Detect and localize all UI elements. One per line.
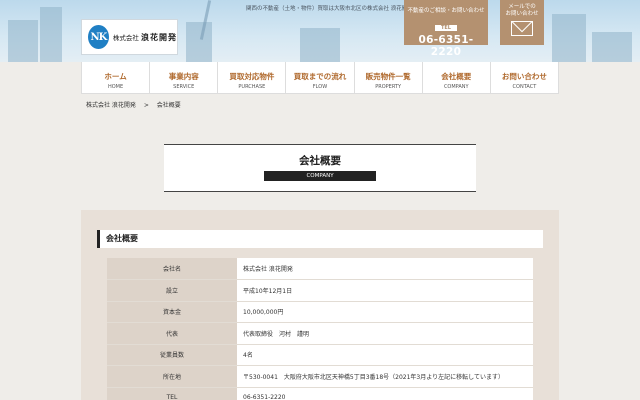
logo-small: 株式会社: [112, 33, 139, 42]
breadcrumb-home-link[interactable]: 株式会社 浪花開発: [86, 102, 136, 109]
table-row: 資本金 10,000,000円: [107, 301, 533, 323]
main-nav: ホーム HOME 事業内容 SERVICE 買取対応物件 PURCHASE 買取…: [81, 62, 559, 94]
page-subtitle: COMPANY: [264, 171, 376, 181]
page-title-card: 会社概要 COMPANY: [164, 144, 476, 192]
nav-sublabel: HOME: [107, 84, 124, 90]
nav-item-home[interactable]: ホーム HOME: [81, 62, 149, 93]
row-value: 10,000,000円: [237, 301, 533, 323]
nav-item-service[interactable]: 事業内容 SERVICE: [149, 62, 217, 93]
row-label: 従業員数: [107, 344, 237, 366]
nav-item-property[interactable]: 販売物件一覧 PROPERTY: [353, 62, 422, 93]
skyline-building: [300, 28, 340, 62]
tel-caption: 不動産のご相談・お問い合わせ: [407, 8, 485, 14]
breadcrumb-separator: >: [143, 102, 149, 109]
nav-sublabel: SERVICE: [173, 84, 195, 90]
row-label: 所在地: [107, 365, 237, 388]
company-info-table: 会社名 株式会社 浪花開発 設立 平成10年12月1日 資本金 10,000,0…: [107, 258, 533, 400]
header: NK 株式会社 浪花開発 関西の不動産（土地・物件）買取は大阪市北区の株式会社 …: [0, 0, 640, 62]
company-info-section: 会社概要 会社名 株式会社 浪花開発 設立 平成10年12月1日 資本金 10,…: [81, 210, 559, 400]
table-row: 設立 平成10年12月1日: [107, 279, 533, 302]
logo-text: 株式会社 浪花開発: [113, 32, 177, 43]
row-value: 株式会社 浪花開発: [237, 258, 533, 280]
nav-label: お問い合わせ: [501, 72, 547, 81]
row-value: 〒530-0041 大阪府大阪市北区天神橋5丁目3番18号（2021年3月より左…: [237, 365, 533, 388]
nav-label: ホーム: [104, 72, 127, 81]
nav-label: 販売物件一覧: [365, 72, 411, 81]
mail-caption-2: お問い合わせ: [505, 11, 539, 17]
row-value: 06-6351-2220: [237, 387, 533, 400]
nav-item-purchase[interactable]: 買取対応物件 PURCHASE: [217, 62, 285, 93]
mail-contact-button[interactable]: メールでの お問い合わせ: [500, 0, 544, 45]
nav-sublabel: FLOW: [312, 84, 328, 90]
nav-item-flow[interactable]: 買取までの流れ FLOW: [285, 62, 353, 93]
envelope-icon: [511, 21, 533, 36]
table-row: 所在地 〒530-0041 大阪府大阪市北区天神橋5丁目3番18号（2021年3…: [107, 365, 533, 388]
nav-label: 事業内容: [168, 72, 199, 81]
tagline: 関西の不動産（土地・物件）買取は大阪市北区の株式会社 浪花開発: [246, 6, 413, 12]
skyline-building: [552, 14, 586, 62]
row-value: 平成10年12月1日: [237, 279, 533, 302]
logo[interactable]: NK 株式会社 浪花開発: [81, 19, 178, 55]
nav-label: 会社概要: [441, 72, 472, 81]
breadcrumb-current: 会社概要: [156, 102, 181, 109]
skyline-building: [186, 22, 212, 62]
nav-label: 買取対応物件: [229, 72, 275, 81]
nav-sublabel: COMPANY: [443, 84, 469, 90]
row-label: 会社名: [107, 258, 237, 280]
table-row: TEL 06-6351-2220: [107, 387, 533, 400]
tel-label: TEL: [434, 25, 457, 31]
skyline-building: [592, 32, 632, 62]
skyline-building: [8, 20, 38, 62]
table-row: 従業員数 4名: [107, 344, 533, 366]
nav-item-contact[interactable]: お問い合わせ CONTACT: [489, 62, 559, 93]
logo-name: 浪花開発: [141, 32, 177, 42]
breadcrumb: 株式会社 浪花開発 > 会社概要: [86, 100, 187, 109]
nav-sublabel: PURCHASE: [238, 84, 266, 90]
tel-number: 06-6351-2220: [418, 34, 474, 58]
skyline-building: [40, 7, 62, 62]
row-value: 4名: [237, 344, 533, 366]
table-row: 代表 代表取締役 河村 謹明: [107, 322, 533, 345]
mail-caption-1: メールでの: [508, 4, 536, 10]
table-row: 会社名 株式会社 浪花開発: [107, 258, 533, 280]
tel-contact-box[interactable]: 不動産のご相談・お問い合わせ TEL 06-6351-2220: [404, 0, 488, 58]
row-label: TEL: [107, 387, 237, 400]
nav-sublabel: PROPERTY: [375, 84, 402, 90]
section-heading: 会社概要: [97, 230, 543, 248]
nav-item-company[interactable]: 会社概要 COMPANY: [421, 62, 490, 93]
row-label: 代表: [107, 322, 237, 345]
row-label: 設立: [107, 279, 237, 302]
row-label: 資本金: [107, 301, 237, 323]
row-value: 代表取締役 河村 謹明: [237, 322, 533, 345]
logo-mark-icon: NK: [88, 25, 109, 49]
nav-label: 買取までの流れ: [293, 72, 347, 81]
page-title: 会社概要: [299, 155, 341, 167]
nav-sublabel: CONTACT: [512, 84, 537, 90]
